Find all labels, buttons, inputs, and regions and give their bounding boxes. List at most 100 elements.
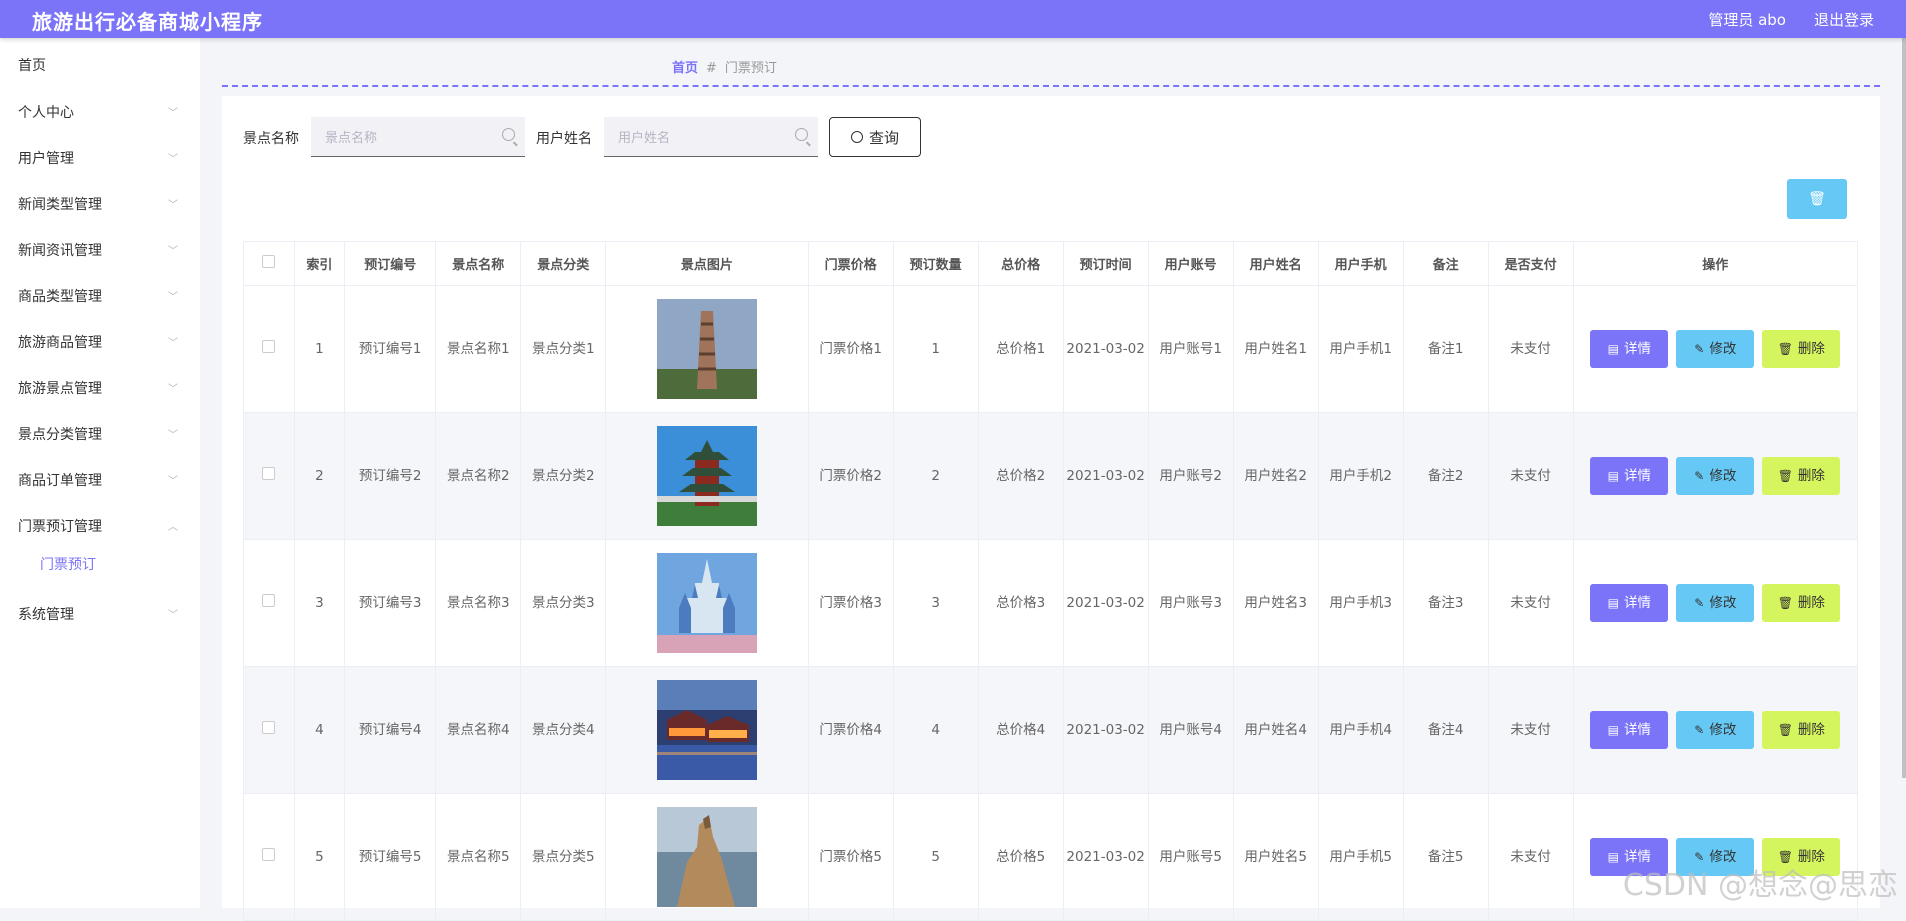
sidebar-item[interactable]: 用户管理﹀: [0, 138, 200, 178]
user-phone-cell: 用户手机2: [1318, 413, 1403, 540]
sidebar-item[interactable]: 个人中心﹀: [0, 92, 200, 132]
chevron-down-icon: ﹀: [168, 288, 178, 303]
sidebar-item[interactable]: 首页: [0, 45, 200, 85]
pencil-icon: ✎: [1694, 592, 1704, 614]
detail-button-label: 详情: [1624, 592, 1651, 614]
total-price-cell: 总价格4: [978, 667, 1063, 794]
delete-button[interactable]: 🗑删除: [1762, 584, 1840, 622]
select-all-checkbox[interactable]: [244, 242, 295, 286]
document-icon: ▤: [1608, 846, 1619, 868]
sidebar-item[interactable]: 系统管理﹀: [0, 594, 200, 634]
user-account-cell: 用户账号1: [1148, 286, 1233, 413]
sidebar-item[interactable]: 新闻类型管理 ﹀: [0, 184, 200, 224]
scenic-image-cell: [606, 540, 808, 667]
delete-button[interactable]: 🗑删除: [1762, 330, 1840, 368]
booking-qty-cell: 4: [893, 667, 978, 794]
sidebar-item[interactable]: 新闻资讯管理﹀: [0, 230, 200, 270]
total-price-cell: 总价格5: [978, 794, 1063, 921]
breadcrumb-home[interactable]: 首页: [672, 61, 698, 76]
index-cell: 1: [294, 286, 345, 413]
query-button[interactable]: 查询: [829, 117, 921, 157]
sidebar-item-label: 新闻类型管理: [18, 194, 102, 214]
booking-time-cell: 2021-03-02: [1063, 540, 1148, 667]
table-row: 5预订编号5景点名称5景点分类5门票价格55总价格52021-03-02用户账号…: [244, 794, 1858, 921]
query-button-label: 查询: [869, 127, 899, 148]
scenic-image-cell: [606, 413, 808, 540]
scrollbar[interactable]: [1902, 38, 1906, 778]
row-checkbox[interactable]: [262, 594, 275, 607]
table-row: 1预订编号1景点名称1景点分类1门票价格11总价格12021-03-02用户账号…: [244, 286, 1858, 413]
delete-button[interactable]: 🗑删除: [1762, 457, 1840, 495]
user-account-cell: 用户账号5: [1148, 794, 1233, 921]
detail-button[interactable]: ▤详情: [1590, 457, 1668, 495]
user-name-placeholder: 用户姓名: [618, 127, 670, 146]
sidebar-item[interactable]: 旅游景点管理﹀: [0, 368, 200, 408]
chevron-down-icon: ﹀: [168, 104, 178, 119]
trash-icon: 🗑: [1808, 191, 1826, 207]
user-name-cell: 用户姓名2: [1233, 413, 1318, 540]
row-checkbox[interactable]: [262, 340, 275, 353]
scenic-category-cell: 景点分类2: [521, 413, 606, 540]
edit-button-label: 修改: [1709, 592, 1736, 614]
edit-button[interactable]: ✎修改: [1676, 330, 1754, 368]
row-checkbox[interactable]: [262, 467, 275, 480]
booking-qty-cell: 3: [893, 540, 978, 667]
index-cell: 5: [294, 794, 345, 921]
search-icon: [851, 131, 863, 143]
sidebar-item[interactable]: 景点分类管理﹀: [0, 414, 200, 454]
index-cell: 3: [294, 540, 345, 667]
chevron-down-icon: ﹀: [168, 606, 178, 621]
scenic-name-input[interactable]: 景点名称: [311, 117, 525, 157]
user-name-cell: 用户姓名4: [1233, 667, 1318, 794]
row-actions: ▤详情✎修改🗑删除: [1573, 286, 1857, 413]
detail-button[interactable]: ▤详情: [1590, 330, 1668, 368]
row-checkbox[interactable]: [262, 721, 275, 734]
row-checkbox[interactable]: [262, 848, 275, 861]
scenic-image: [606, 807, 807, 907]
order-no-cell: 预订编号3: [345, 540, 436, 667]
checkbox[interactable]: [262, 255, 275, 268]
edit-button[interactable]: ✎修改: [1676, 711, 1754, 749]
sidebar-item[interactable]: 旅游商品管理﹀: [0, 322, 200, 362]
column-header: 景点图片: [606, 242, 808, 286]
column-header: 预订时间: [1063, 242, 1148, 286]
detail-button-label: 详情: [1624, 465, 1651, 487]
top-bar: 旅游出行必备商城小程序 管理员 abo 退出登录: [0, 0, 1906, 38]
sidebar-item[interactable]: 商品订单管理﹀: [0, 460, 200, 500]
scenic-category-cell: 景点分类3: [521, 540, 606, 667]
note-cell: 备注4: [1403, 667, 1488, 794]
order-no-cell: 预订编号4: [345, 667, 436, 794]
delete-button-label: 删除: [1798, 719, 1825, 741]
edit-button-label: 修改: [1709, 719, 1736, 741]
edit-button[interactable]: ✎修改: [1676, 457, 1754, 495]
user-name-input[interactable]: 用户姓名: [604, 117, 818, 157]
user-name-label: 用户姓名: [536, 128, 592, 148]
order-no-cell: 预订编号1: [345, 286, 436, 413]
scenic-image-cell: [606, 667, 808, 794]
scenic-name-cell: 景点名称1: [436, 286, 521, 413]
sidebar-item-label: 用户管理: [18, 148, 74, 168]
logout-link[interactable]: 退出登录: [1814, 9, 1874, 30]
batch-delete-button[interactable]: 🗑: [1787, 179, 1847, 219]
payment-status-cell: 未支付: [1488, 413, 1573, 540]
chevron-down-icon: ﹀: [168, 196, 178, 211]
ticket-price-cell: 门票价格1: [808, 286, 893, 413]
booking-time-cell: 2021-03-02: [1063, 286, 1148, 413]
pencil-icon: ✎: [1694, 719, 1704, 741]
edit-button[interactable]: ✎修改: [1676, 584, 1754, 622]
detail-button[interactable]: ▤详情: [1590, 584, 1668, 622]
edit-button-label: 修改: [1709, 338, 1736, 360]
search-icon: [795, 128, 808, 141]
sidebar-subitem-ticket-booking[interactable]: 门票预订: [0, 546, 200, 582]
user-account-cell: 用户账号3: [1148, 540, 1233, 667]
row-select-cell: [244, 667, 295, 794]
column-header: 预订编号: [345, 242, 436, 286]
note-cell: 备注5: [1403, 794, 1488, 921]
sidebar-item[interactable]: 商品类型管理﹀: [0, 276, 200, 316]
column-header: 景点分类: [521, 242, 606, 286]
sidebar-item[interactable]: 门票预订管理︿: [0, 506, 200, 546]
user-account-cell: 用户账号4: [1148, 667, 1233, 794]
delete-button[interactable]: 🗑删除: [1762, 711, 1840, 749]
table-row: 4预订编号4景点名称4景点分类4门票价格44总价格42021-03-02用户账号…: [244, 667, 1858, 794]
detail-button[interactable]: ▤详情: [1590, 711, 1668, 749]
